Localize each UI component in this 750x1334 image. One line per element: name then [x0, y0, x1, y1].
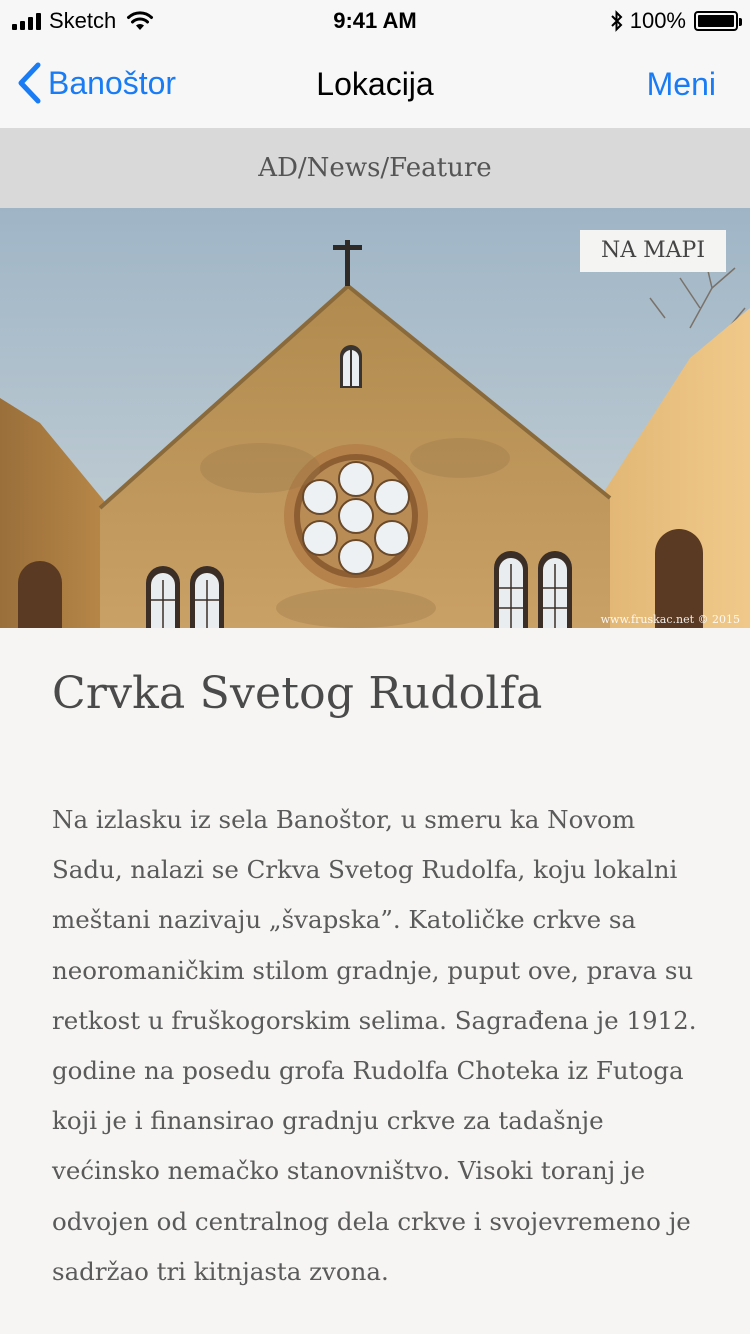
menu-button[interactable]: Meni: [647, 66, 716, 103]
battery-percent: 100%: [629, 8, 686, 33]
photo-credit: www.fruskac.net © 2015: [600, 613, 740, 626]
nav-title: Lokacija: [316, 66, 434, 102]
hero-image: NA MAPI www.fruskac.net © 2015: [0, 208, 750, 628]
battery-icon: [694, 11, 742, 31]
ad-banner[interactable]: AD/News/Feature: [0, 128, 750, 208]
map-button[interactable]: NA MAPI: [580, 230, 726, 272]
article-body: Na izlasku iz sela Banoštor, u smeru ka …: [52, 805, 697, 1286]
navigation-bar: Banoštor Lokacija Meni: [0, 40, 750, 128]
status-right: 100%: [610, 8, 742, 34]
article-title: Crvka Svetog Rudolfa: [52, 668, 543, 719]
ad-label: AD/News/Feature: [258, 153, 492, 183]
status-bar: Sketch 9:41 AM 100%: [0, 0, 750, 40]
bluetooth-icon: [611, 10, 623, 32]
